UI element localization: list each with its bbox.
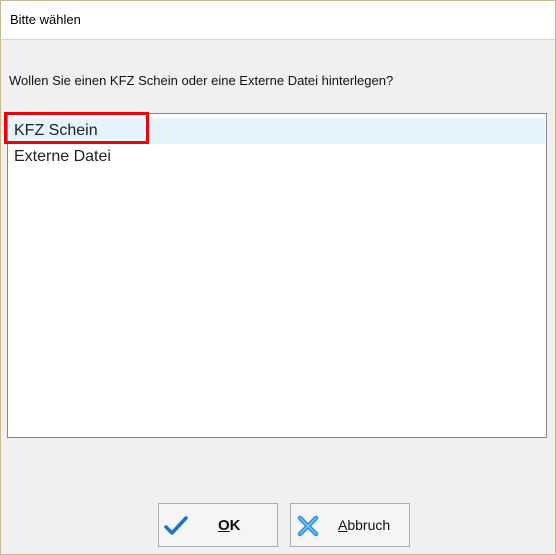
prompt-text: Wollen Sie einen KFZ Schein oder eine Ex…: [9, 73, 394, 88]
list-item-externe-datei[interactable]: Externe Datei: [9, 144, 545, 170]
cancel-button[interactable]: Abbruch: [290, 503, 410, 547]
ok-button-label: OK: [218, 517, 241, 534]
list-item-kfz-schein[interactable]: KFZ Schein: [9, 118, 545, 144]
checkmark-icon: [164, 516, 188, 535]
ok-button[interactable]: OK: [158, 503, 278, 547]
cross-icon: [297, 515, 319, 537]
dialog-window: Bitte wählen Wollen Sie einen KFZ Schein…: [0, 0, 556, 555]
list-item-label: KFZ Schein: [14, 122, 98, 139]
list-item-label: Externe Datei: [14, 148, 111, 165]
choice-listbox[interactable]: KFZ Schein Externe Datei: [7, 113, 547, 438]
title-bar[interactable]: Bitte wählen: [1, 1, 555, 40]
window-title: Bitte wählen: [10, 12, 81, 27]
cancel-button-label: Abbruch: [338, 517, 391, 533]
